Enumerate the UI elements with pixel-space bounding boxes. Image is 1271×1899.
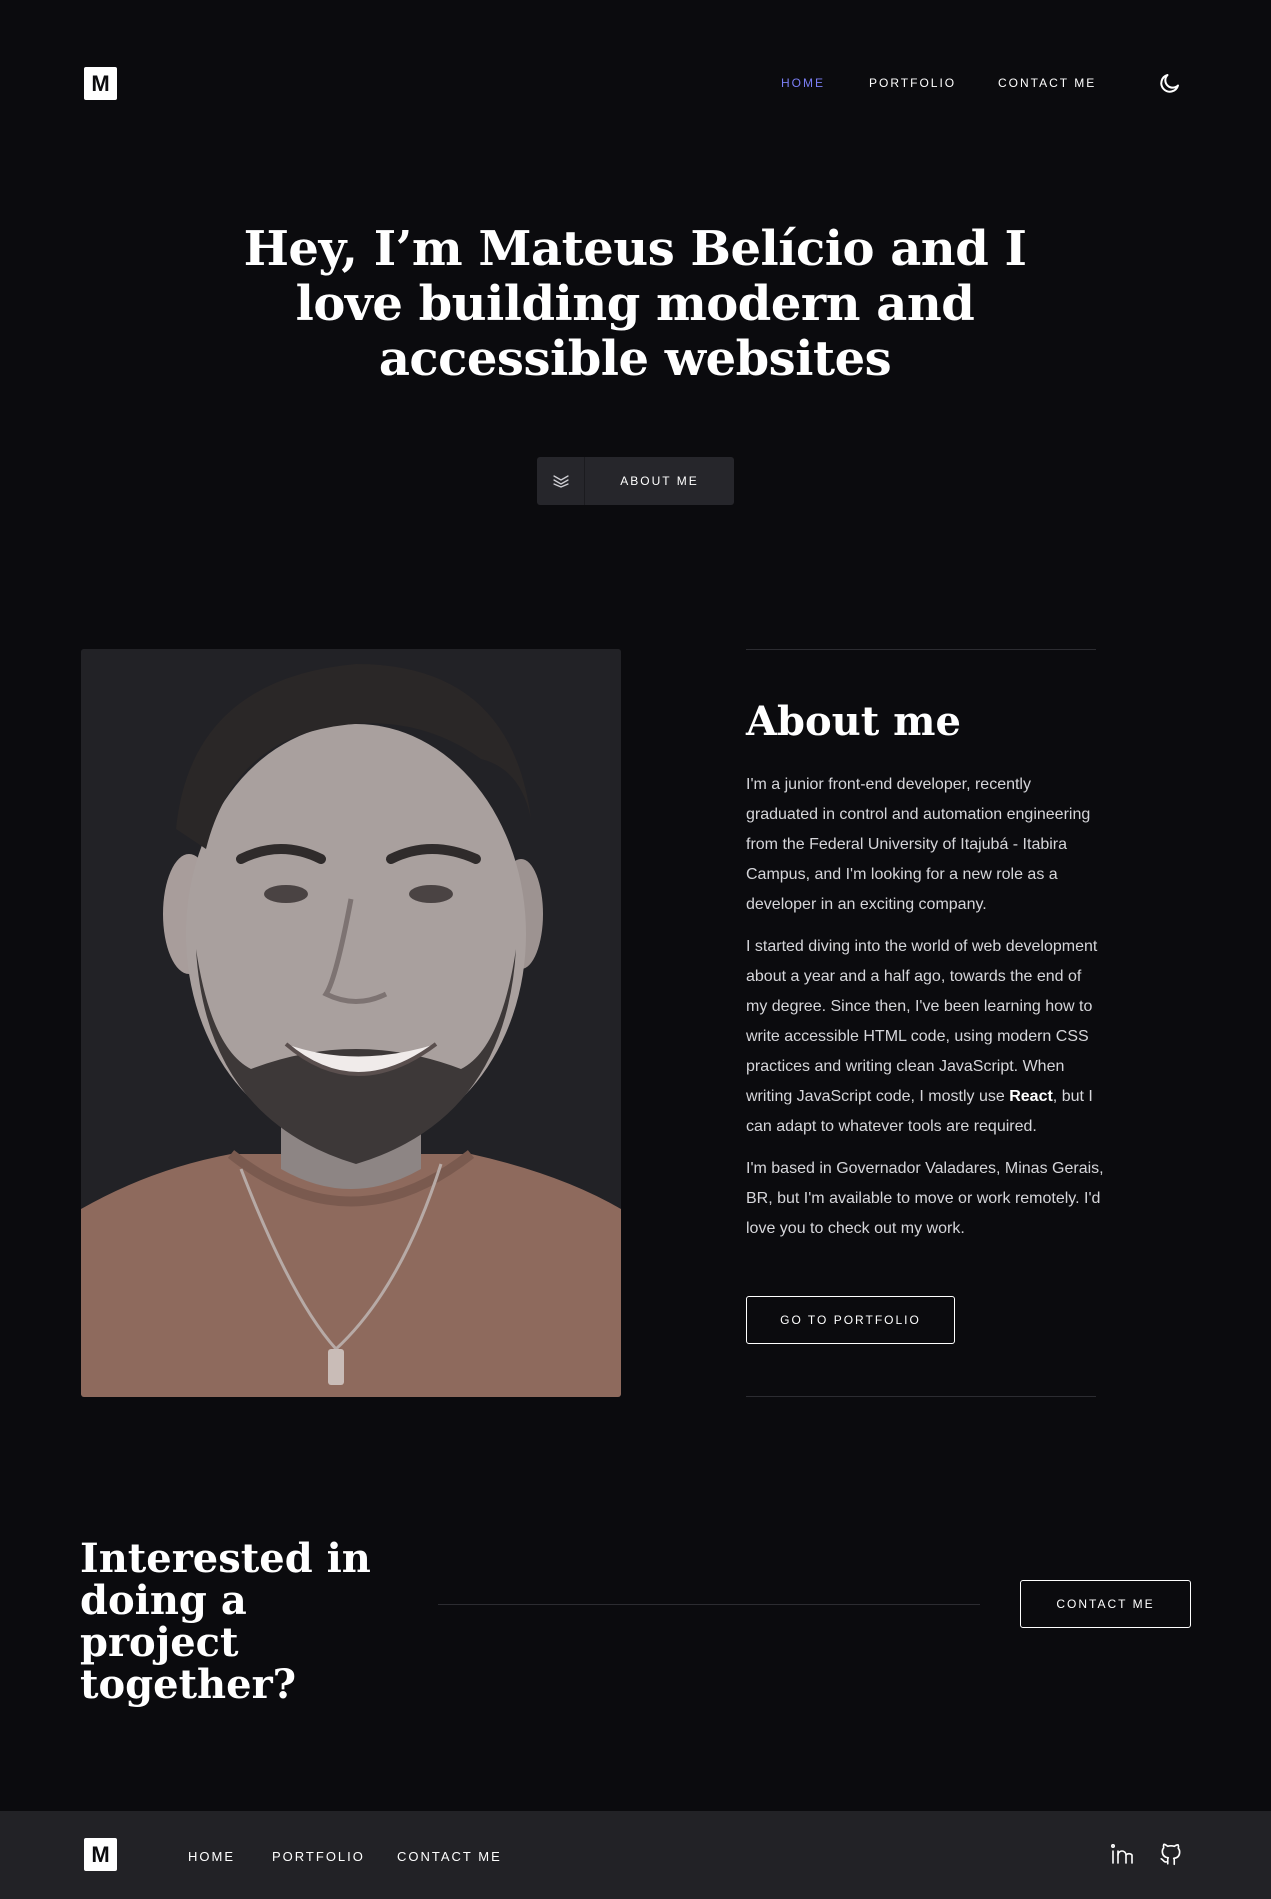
about-text: I'm a junior front-end developer, recent…: [746, 770, 1106, 1256]
about-me-button-label: ABOUT ME: [620, 474, 699, 488]
cta-divider: [438, 1604, 980, 1605]
nav-home[interactable]: HOME: [781, 76, 825, 90]
logo[interactable]: M: [84, 67, 117, 100]
cta-title: Interested in doing a project together?: [80, 1535, 371, 1708]
about-title: About me: [746, 698, 961, 745]
go-to-portfolio-button[interactable]: GO TO PORTFOLIO: [746, 1296, 955, 1344]
about-paragraph-1: I'm a junior front-end developer, recent…: [746, 776, 1091, 913]
footer-nav-portfolio[interactable]: PORTFOLIO: [272, 1849, 365, 1864]
github-icon[interactable]: [1158, 1841, 1184, 1867]
footer-nav-contact[interactable]: CONTACT ME: [397, 1849, 502, 1864]
profile-photo: [81, 649, 621, 1397]
footer-nav-home[interactable]: HOME: [188, 1849, 235, 1864]
moon-icon[interactable]: [1158, 71, 1182, 95]
linkedin-icon[interactable]: [1109, 1841, 1135, 1867]
contact-me-button[interactable]: CONTACT ME: [1020, 1580, 1191, 1628]
about-me-button[interactable]: ABOUT ME: [537, 457, 734, 505]
react-highlight: React: [1009, 1088, 1053, 1105]
hero-title: Hey, I’m Mateus Belício and I love build…: [243, 221, 1027, 387]
about-paragraph-2: I started diving into the world of web d…: [746, 932, 1106, 1142]
nav-portfolio[interactable]: PORTFOLIO: [869, 76, 956, 90]
about-top-divider: [746, 649, 1096, 650]
nav-contact[interactable]: CONTACT ME: [998, 76, 1096, 90]
about-paragraph-2-start: I started diving into the world of web d…: [746, 938, 1098, 1105]
site-footer: M HOME PORTFOLIO CONTACT ME: [0, 1811, 1271, 1899]
double-chevron-down-icon: [537, 457, 585, 505]
about-bottom-divider: [746, 1396, 1096, 1397]
site-header: M HOME PORTFOLIO CONTACT ME: [0, 0, 1271, 168]
about-paragraph-3: I'm based in Governador Valadares, Minas…: [746, 1160, 1104, 1237]
footer-logo[interactable]: M: [84, 1838, 117, 1871]
